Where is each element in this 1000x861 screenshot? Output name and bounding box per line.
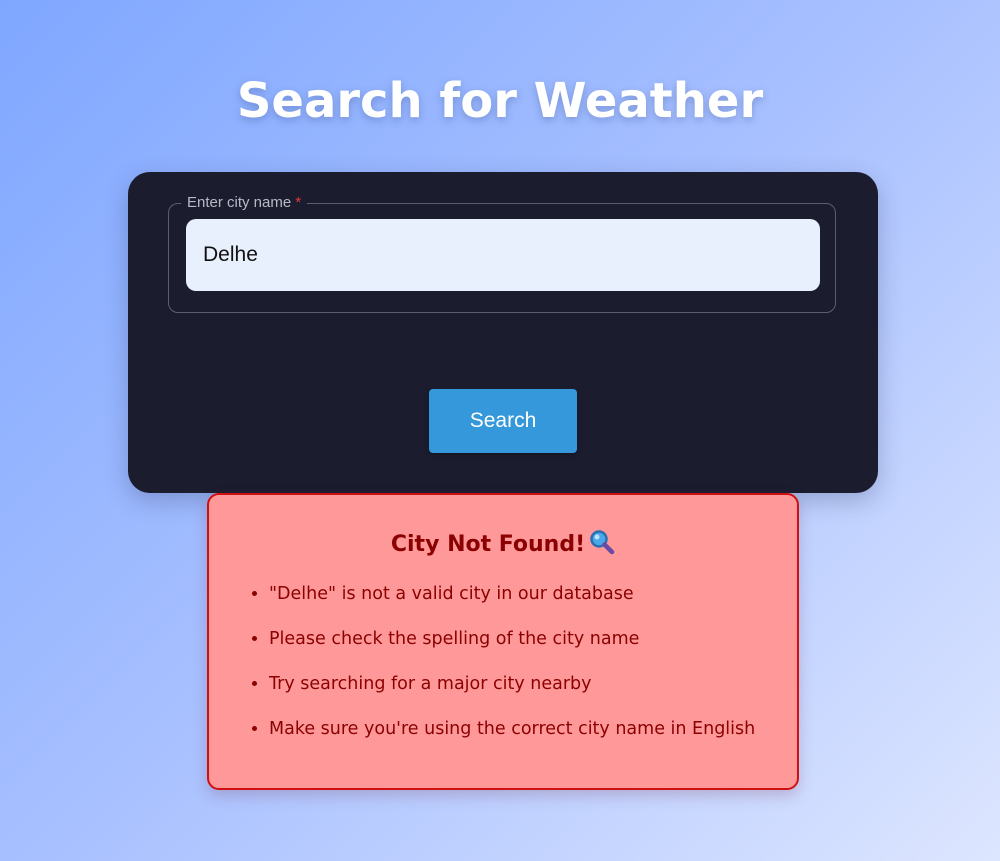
city-field-label: Enter city name *	[181, 194, 308, 212]
required-marker: *	[295, 194, 302, 211]
error-title-text: City Not Found!	[390, 532, 586, 557]
error-suggestions-list: "Delhe" is not a valid city in our datab…	[209, 579, 755, 744]
error-suggestion-item: Try searching for a major city nearby	[269, 669, 755, 699]
city-field-group: Enter city name *	[168, 194, 836, 313]
error-title: City Not Found!	[209, 529, 797, 560]
error-suggestion-item: "Delhe" is not a valid city in our datab…	[269, 579, 755, 609]
search-card: Enter city name * Search	[128, 172, 878, 493]
error-suggestion-item: Make sure you're using the correct city …	[269, 714, 755, 744]
magnifying-glass-icon	[589, 529, 615, 555]
error-message-box: City Not Found! "Delhe" is not a valid c…	[207, 493, 799, 790]
city-field-label-text: Enter city name	[187, 194, 292, 211]
page-title: Search for Weather	[236, 73, 764, 129]
error-suggestion-item: Please check the spelling of the city na…	[269, 624, 755, 654]
search-button[interactable]: Search	[429, 389, 577, 453]
city-search-input[interactable]	[186, 219, 820, 291]
